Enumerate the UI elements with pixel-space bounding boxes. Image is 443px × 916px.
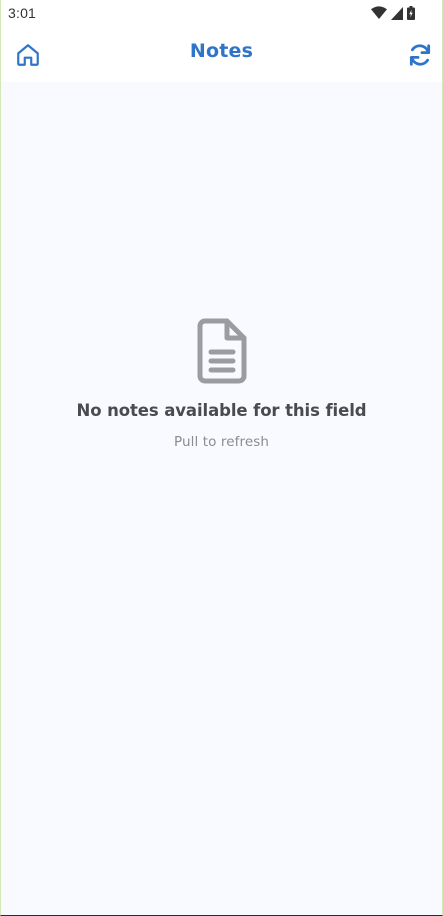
page-title: Notes — [189, 40, 254, 62]
refresh-icon — [409, 44, 431, 66]
battery-icon — [407, 6, 415, 20]
status-icons — [371, 6, 415, 20]
status-bar: 3:01 — [1, 0, 442, 26]
wifi-icon — [371, 6, 387, 20]
cell-signal-icon — [391, 6, 403, 20]
notes-screen: 3:01 Notes No notes available for this f… — [0, 0, 443, 916]
app-bar: Notes — [1, 26, 442, 82]
document-icon — [197, 318, 247, 384]
refresh-button[interactable] — [407, 42, 433, 68]
status-time: 3:01 — [8, 5, 37, 21]
empty-message: No notes available for this field — [76, 401, 367, 420]
pull-to-refresh-hint: Pull to refresh — [173, 434, 270, 450]
empty-state: No notes available for this field Pull t… — [1, 318, 442, 450]
